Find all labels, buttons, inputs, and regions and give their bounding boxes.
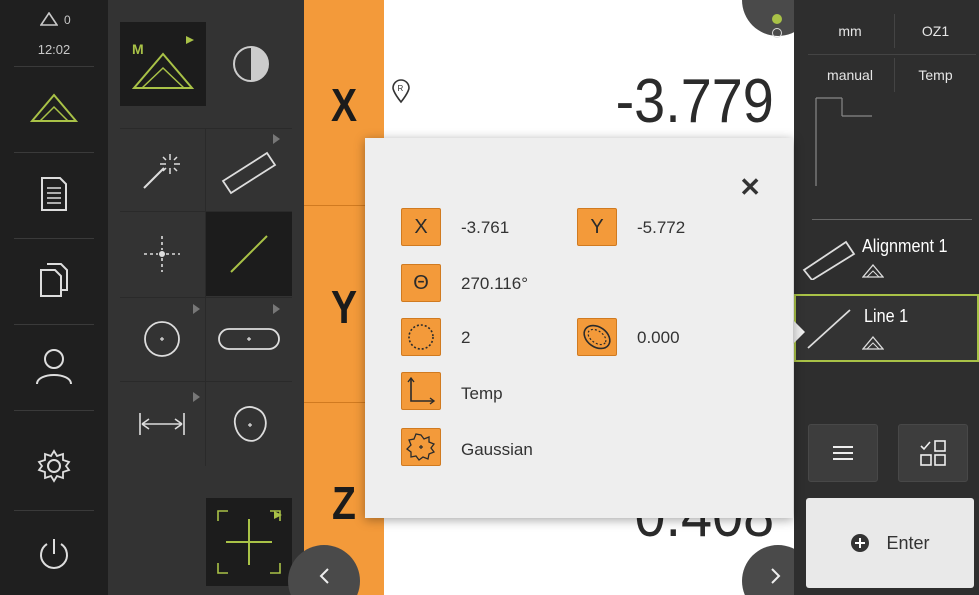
filter-icon	[401, 428, 441, 466]
filter-value: Gaussian	[461, 440, 533, 459]
magic-wand-icon	[143, 154, 180, 189]
y-coordinate-value: -5.772	[637, 218, 686, 237]
view-select-button[interactable]	[898, 424, 968, 482]
gear-icon	[37, 449, 71, 483]
status-dot-idle	[772, 28, 782, 38]
temp-selector[interactable]: Temp	[894, 58, 976, 92]
status-area[interactable]: 0 12:02	[0, 0, 108, 60]
angle-value: 270.116°	[461, 274, 528, 293]
x-position-value: -3.779	[615, 67, 774, 136]
slot-icon	[218, 328, 280, 350]
form-error-value: 0.000	[637, 328, 680, 347]
feature-details-dialog: ✕ X -3.761 Y -5.772 Θ 270.116° 2 0.000 T…	[365, 138, 793, 518]
form-error-icon	[577, 318, 617, 356]
sidebar-protocol[interactable]	[14, 152, 94, 236]
mode-selector[interactable]: manual	[808, 58, 892, 92]
app-root: 0 12:02 M X Y Z R -3.779 mm OZ1 manual T…	[0, 0, 979, 595]
points-count-icon	[401, 318, 441, 356]
tool-rectangle[interactable]	[206, 130, 292, 210]
measure-manual-icon: M	[131, 36, 195, 89]
dialog-pointer	[793, 320, 805, 344]
points-count-value: 2	[461, 328, 471, 347]
tool-contrast[interactable]	[208, 22, 294, 106]
element-label: Line 1	[864, 306, 909, 326]
sidebar-files[interactable]	[14, 238, 94, 322]
copy-files-icon	[40, 263, 68, 297]
tool-measure-manual[interactable]: M	[120, 22, 206, 106]
status-dot-active	[772, 14, 782, 24]
coordinate-system-value: Temp	[461, 384, 503, 403]
angle-icon: Θ	[401, 264, 441, 302]
chevron-right-icon	[771, 568, 781, 584]
svg-text:M: M	[132, 41, 144, 57]
sidebar-power[interactable]	[14, 512, 94, 595]
main-sidebar: 0 12:02	[0, 0, 108, 595]
element-line-1[interactable]: Line 1	[794, 294, 979, 362]
power-icon	[40, 539, 68, 569]
tool-palette: M	[108, 0, 304, 595]
tool-line[interactable]	[206, 212, 292, 296]
enter-button[interactable]: Enter	[806, 498, 974, 588]
x-coordinate-icon: X	[401, 208, 441, 246]
right-panel: mm OZ1 manual Temp Alignment 1 Line 1 En…	[794, 0, 979, 595]
tool-point[interactable]	[120, 212, 204, 296]
slot-rectangle-icon	[221, 151, 277, 195]
measure-triangle-small-icon	[862, 264, 884, 278]
tool-circle[interactable]	[120, 298, 204, 380]
sidebar-user[interactable]	[14, 324, 94, 408]
user-icon	[36, 349, 72, 385]
element-alignment-1[interactable]: Alignment 1	[794, 226, 979, 292]
element-preview	[812, 96, 972, 220]
tool-auto-detect[interactable]	[120, 130, 204, 210]
reference-pin-icon: R	[392, 79, 410, 104]
circle-icon	[144, 321, 180, 357]
preset-selector[interactable]: OZ1	[894, 14, 976, 48]
distance-arrow-icon	[139, 413, 185, 435]
close-button[interactable]: ✕	[739, 172, 761, 203]
add-crosshair-icon	[217, 510, 282, 574]
clock-time: 12:02	[37, 42, 71, 57]
sidebar-measure[interactable]	[14, 66, 94, 150]
tool-add-feature[interactable]	[206, 498, 292, 586]
preview-shape	[815, 97, 872, 186]
y-coordinate-icon: Y	[577, 208, 617, 246]
alignment-rectangle-icon	[802, 240, 856, 280]
plus-circle-icon	[851, 534, 870, 552]
point-crosshair-icon	[144, 236, 180, 272]
line-element-icon	[807, 309, 851, 349]
document-icon	[41, 177, 67, 211]
checklist-grid-icon	[920, 440, 946, 466]
line-icon	[230, 235, 268, 273]
tool-slot[interactable]	[206, 298, 292, 380]
axis-x-label[interactable]: X	[310, 78, 378, 132]
chevron-left-icon	[319, 568, 329, 584]
coordinate-system-icon	[401, 372, 441, 410]
unit-selector[interactable]: mm	[808, 14, 892, 48]
measure-icon	[30, 93, 78, 122]
enter-label: Enter	[886, 532, 930, 553]
contrast-icon	[233, 46, 269, 82]
sidebar-settings[interactable]	[14, 424, 94, 508]
element-label: Alignment 1	[862, 236, 948, 256]
message-count: 0	[64, 13, 71, 27]
freeform-contour-icon	[233, 406, 267, 442]
menu-button[interactable]	[808, 424, 878, 482]
measure-triangle-small-icon	[862, 336, 884, 350]
tool-freeform[interactable]	[206, 382, 292, 466]
hamburger-menu-icon	[833, 446, 853, 460]
message-triangle-icon	[40, 12, 58, 26]
svg-text:R: R	[398, 84, 404, 93]
x-coordinate-value: -3.761	[461, 218, 510, 237]
tool-distance[interactable]	[120, 382, 204, 466]
